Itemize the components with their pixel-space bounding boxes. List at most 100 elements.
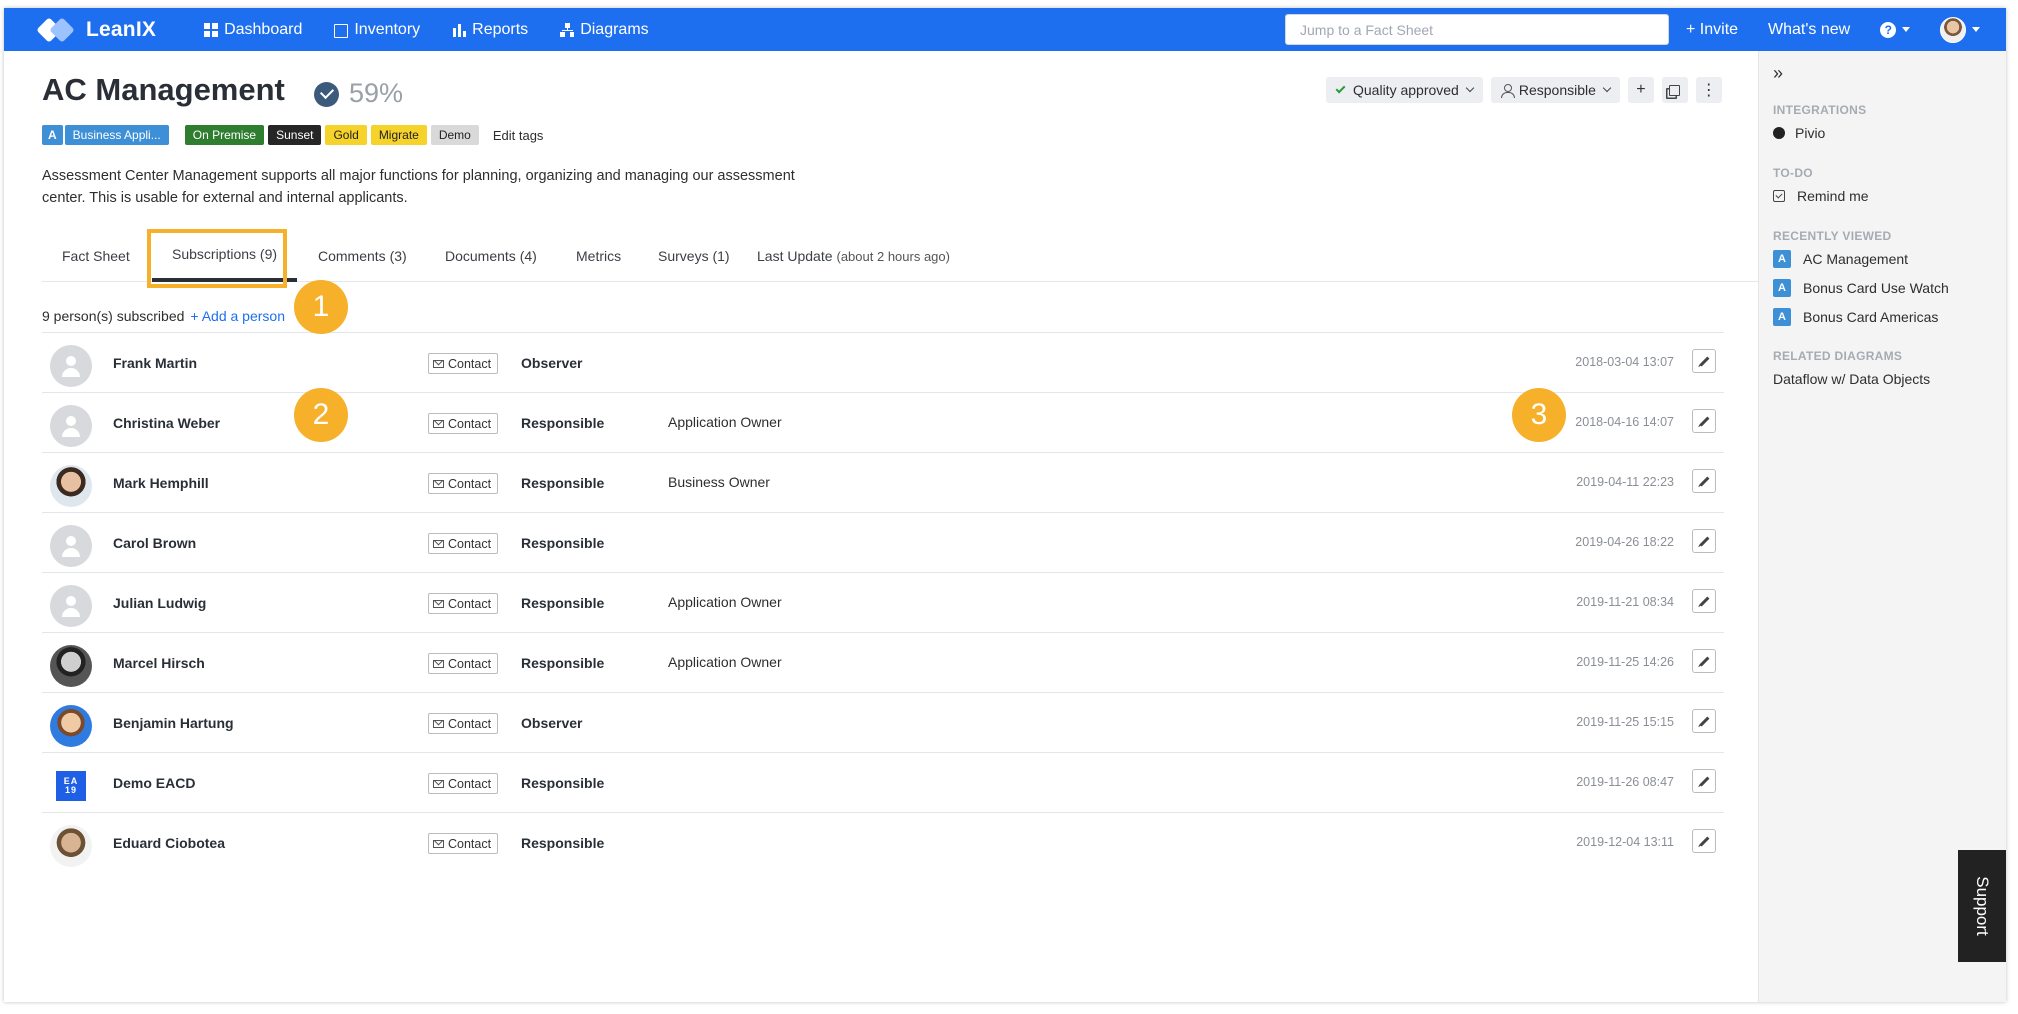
avatar (50, 465, 92, 507)
tag-demo[interactable]: Demo (430, 125, 479, 145)
contact-button[interactable]: Contact (428, 653, 499, 674)
list-item: Benjamin Hartung Contact Observer 2019-1… (42, 692, 1724, 752)
edit-subscription-button[interactable] (1692, 709, 1716, 733)
list-item: Julian Ludwig Contact Responsible Applic… (42, 572, 1724, 632)
verified-check-icon (314, 82, 339, 107)
edit-tags-link[interactable]: Edit tags (493, 128, 544, 143)
subscription-type: Responsible (521, 415, 605, 431)
person-name[interactable]: Mark Hemphill (113, 475, 209, 491)
quality-label: Quality approved (1353, 82, 1459, 98)
related-diagram-link[interactable]: Dataflow w/ Data Objects (1773, 371, 1930, 387)
todo-heading: TO-DO (1773, 166, 1813, 180)
edit-subscription-button[interactable] (1692, 409, 1716, 433)
subscription-type: Responsible (521, 475, 605, 491)
edit-subscription-button[interactable] (1692, 769, 1716, 793)
remind-me-link[interactable]: Remind me (1773, 188, 1869, 204)
contact-button[interactable]: Contact (428, 533, 499, 554)
nav-diagrams-label: Diagrams (580, 20, 649, 38)
person-name[interactable]: Christina Weber (113, 415, 220, 431)
subscription-date: 2019-04-26 18:22 (1575, 535, 1674, 549)
person-name[interactable]: Benjamin Hartung (113, 715, 234, 731)
tag-gold[interactable]: Gold (325, 125, 367, 145)
recent-item[interactable]: A Bonus Card Americas (1773, 308, 1938, 326)
tab-metrics[interactable]: Metrics (556, 230, 641, 282)
contact-button[interactable]: Contact (428, 353, 499, 374)
person-name[interactable]: Julian Ludwig (113, 595, 206, 611)
tab-surveys[interactable]: Surveys (1) (638, 230, 750, 282)
type-tag[interactable]: Business Appli... (64, 125, 169, 145)
pencil-icon (1699, 656, 1709, 666)
pencil-icon (1699, 836, 1709, 846)
subscription-type: Observer (521, 715, 583, 731)
integration-pivio[interactable]: Pivio (1773, 125, 1825, 141)
tag-migrate[interactable]: Migrate (370, 125, 427, 145)
edit-subscription-button[interactable] (1692, 649, 1716, 673)
contact-label: Contact (448, 536, 492, 551)
help-menu[interactable]: ? (1880, 21, 1911, 39)
person-name[interactable]: Demo EACD (113, 775, 195, 791)
tag-sunset[interactable]: Sunset (268, 125, 322, 145)
contact-label: Contact (448, 716, 492, 731)
avatar-placeholder (50, 345, 92, 387)
more-options-button[interactable]: ⋮ (1695, 77, 1722, 103)
subscription-role-dropdown[interactable]: Responsible (1490, 77, 1620, 103)
recent-item[interactable]: A Bonus Card Use Watch (1773, 279, 1949, 297)
nav-dashboard[interactable]: Dashboard (204, 21, 302, 39)
calendar-check-icon (1773, 190, 1785, 202)
person-name[interactable]: Frank Martin (113, 355, 197, 371)
subscription-role: Business Owner (668, 474, 770, 490)
person-name[interactable]: Carol Brown (113, 535, 196, 551)
user-menu[interactable] (1940, 16, 1981, 43)
add-button[interactable]: + (1627, 77, 1654, 103)
tab-comments[interactable]: Comments (3) (298, 230, 427, 282)
whats-new-link[interactable]: What's new (1768, 21, 1850, 39)
nav-inventory[interactable]: Inventory (334, 21, 420, 39)
recent-item[interactable]: A AC Management (1773, 250, 1908, 268)
app-window: LeanIX Dashboard Inventory Reports Diagr… (4, 8, 2006, 1002)
tag-on-premise[interactable]: On Premise (184, 125, 265, 145)
avatar-placeholder (50, 405, 92, 447)
tab-fact-sheet[interactable]: Fact Sheet (42, 230, 150, 282)
leanix-logo-icon (36, 16, 78, 43)
help-icon: ? (1880, 21, 1897, 38)
contact-button[interactable]: Contact (428, 593, 499, 614)
pencil-icon (1699, 536, 1709, 546)
main-nav: Dashboard Inventory Reports Diagrams (204, 21, 681, 39)
support-label: Support (1973, 876, 1993, 936)
contact-button[interactable]: Contact (428, 773, 499, 794)
contact-button[interactable]: Contact (428, 713, 499, 734)
support-tab[interactable]: Support (1958, 850, 2006, 962)
list-item: Marcel Hirsch Contact Responsible Applic… (42, 632, 1724, 692)
nav-inventory-label: Inventory (354, 20, 421, 38)
nav-diagrams[interactable]: Diagrams (560, 20, 649, 39)
person-icon (1500, 83, 1515, 98)
completion-percentage[interactable]: 59% (349, 78, 403, 109)
tab-last-update[interactable]: Last Update (about 2 hours ago) (737, 230, 970, 282)
copy-icon (1669, 84, 1681, 96)
collapse-sidebar-icon[interactable]: » (1773, 63, 1783, 84)
pencil-icon (1699, 356, 1709, 366)
person-name[interactable]: Marcel Hirsch (113, 655, 205, 671)
contact-button[interactable]: Contact (428, 413, 499, 434)
leanix-logo[interactable]: LeanIX (36, 16, 156, 43)
contact-button[interactable]: Contact (428, 833, 499, 854)
invite-button[interactable]: + Invite (1686, 21, 1738, 39)
edit-subscription-button[interactable] (1692, 529, 1716, 553)
person-name[interactable]: Eduard Ciobotea (113, 835, 225, 851)
search-input[interactable] (1286, 15, 1668, 44)
list-item: Mark Hemphill Contact Responsible Busine… (42, 452, 1724, 512)
tab-documents[interactable]: Documents (4) (425, 230, 557, 282)
reports-icon (452, 22, 467, 37)
contact-label: Contact (448, 476, 492, 491)
edit-subscription-button[interactable] (1692, 589, 1716, 613)
edit-subscription-button[interactable] (1692, 829, 1716, 853)
subscription-role: Application Owner (668, 414, 782, 430)
edit-subscription-button[interactable] (1692, 349, 1716, 373)
quality-state-dropdown[interactable]: Quality approved (1326, 77, 1483, 103)
contact-button[interactable]: Contact (428, 473, 499, 494)
subscription-date: 2019-11-26 08:47 (1576, 775, 1674, 789)
add-person-link[interactable]: + Add a person (190, 308, 285, 324)
copy-button[interactable] (1661, 77, 1688, 103)
nav-reports[interactable]: Reports (452, 21, 528, 39)
edit-subscription-button[interactable] (1692, 469, 1716, 493)
